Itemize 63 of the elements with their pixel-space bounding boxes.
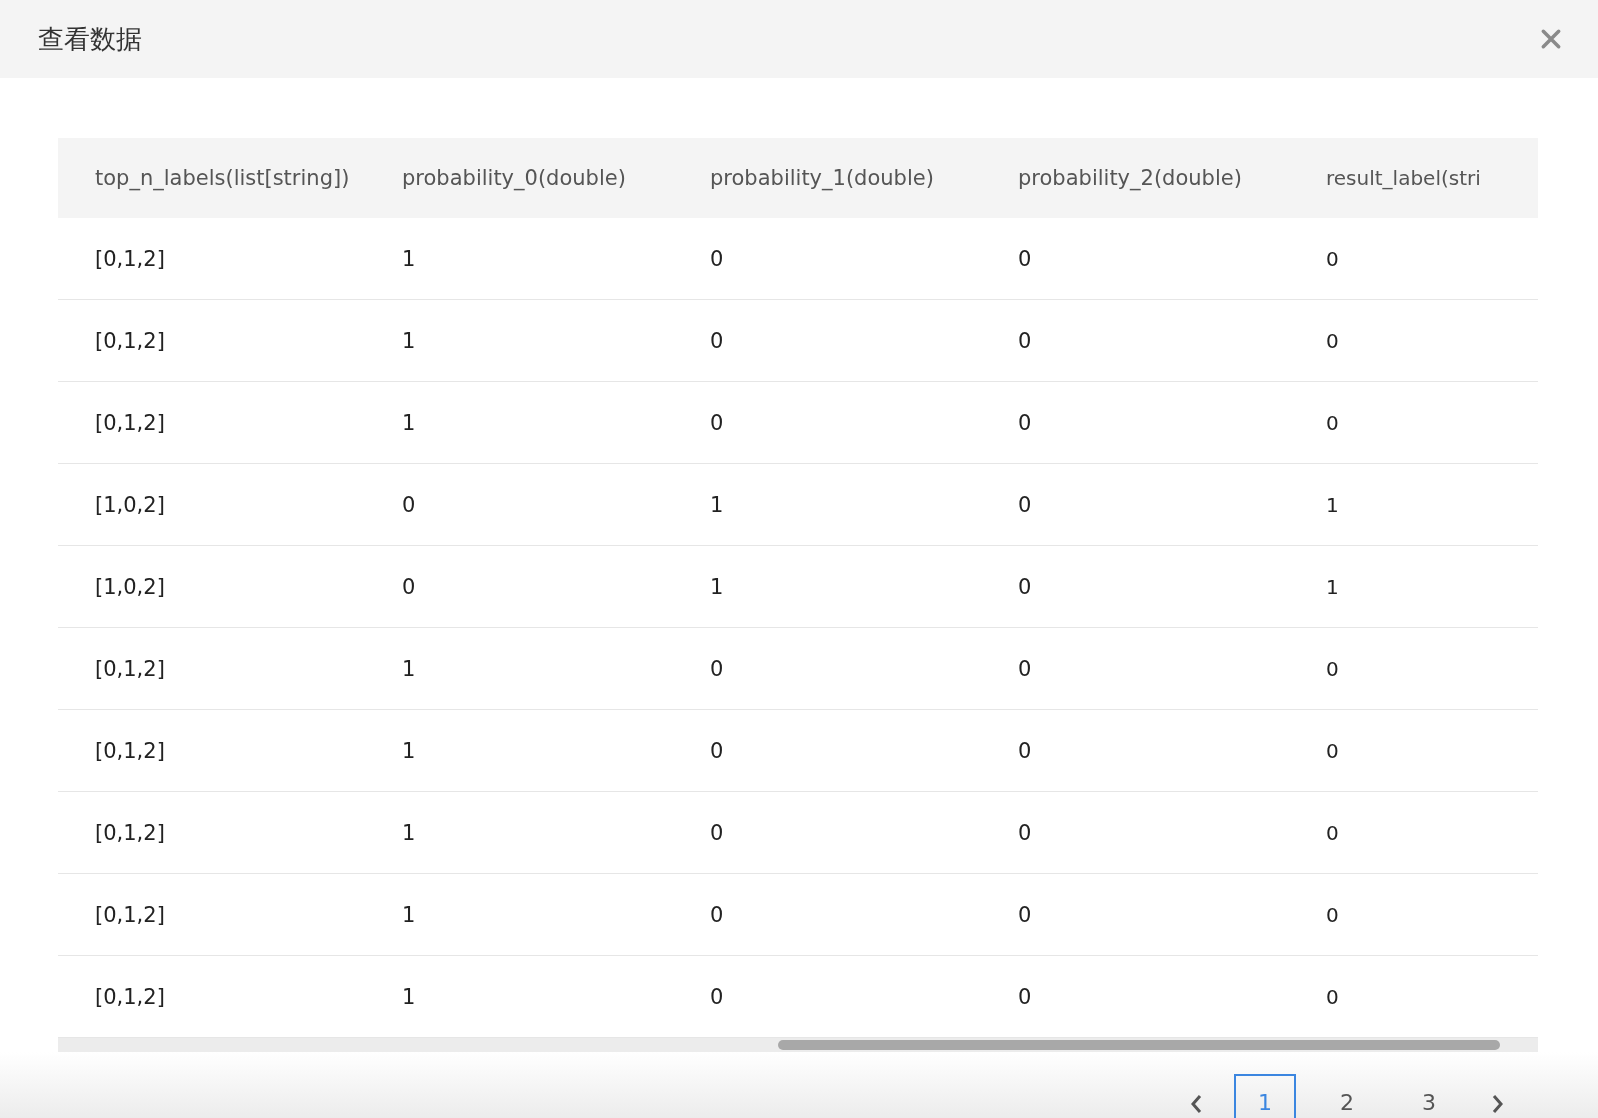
table-cell-text: 0	[710, 246, 725, 271]
table-cell-text: 0	[1326, 246, 1340, 271]
table-cell-text: 0	[1018, 656, 1033, 681]
table-cell-text: 1	[402, 328, 417, 353]
table-cell-text: 1	[1326, 574, 1340, 599]
table-cell-text: 0	[1018, 820, 1033, 845]
table-cell-text: 0	[710, 656, 725, 681]
column-header: probability_0(double)	[402, 166, 627, 190]
table-cell-text: 1	[1326, 492, 1340, 517]
table-cell-text: 0	[710, 328, 725, 353]
table-cell-text: 0	[1018, 738, 1033, 763]
table-cell-text: 0	[1018, 410, 1033, 435]
chevron-left-icon[interactable]	[1190, 1094, 1202, 1114]
table-cell-text: [0,1,2]	[94, 820, 166, 845]
table-cell-text: [0,1,2]	[94, 246, 166, 271]
table-cell-text: 1	[402, 656, 417, 681]
page-button[interactable]: 2	[1316, 1074, 1378, 1118]
dialog-title: 查看数据	[38, 22, 142, 56]
table-cell-text: 0	[1326, 656, 1340, 681]
table-cell-text: [0,1,2]	[94, 328, 166, 353]
table-cell-text: 1	[710, 492, 725, 517]
table-cell-text: 0	[1326, 984, 1340, 1009]
table-cell-text: 0	[1018, 492, 1033, 517]
scrollbar-thumb[interactable]	[778, 1040, 1500, 1050]
table-cell-text: 0	[1018, 246, 1033, 271]
table-cell-text: 0	[1326, 410, 1340, 435]
table-cell-text: 0	[402, 492, 417, 517]
table-cell-text: [0,1,2]	[94, 656, 166, 681]
table-cell-text: 0	[402, 574, 417, 599]
table-cell-text: 1	[710, 574, 725, 599]
column-header: probability_1(double)	[710, 166, 935, 190]
table-cell-text: 0	[1018, 984, 1033, 1009]
table-cell-text: [1,0,2]	[94, 492, 166, 517]
table-cell-text: 0	[710, 738, 725, 763]
page-button[interactable]: 3	[1398, 1074, 1460, 1118]
table-cell-text: 0	[710, 902, 725, 927]
table-cell-text: 0	[1326, 738, 1340, 763]
table-cell-text: 1	[402, 246, 417, 271]
table-cell-text: 1	[402, 984, 417, 1009]
column-header: result_label(stri	[1326, 166, 1482, 190]
table-cell-text: 1	[402, 902, 417, 927]
table-cell-text: [1,0,2]	[94, 574, 166, 599]
table-cell-text: 0	[710, 410, 725, 435]
table-cell-text: [0,1,2]	[94, 902, 166, 927]
table-cell-text: [0,1,2]	[94, 984, 166, 1009]
column-header: top_n_labels(list[string])	[94, 166, 351, 190]
table-cell-text: 1	[402, 820, 417, 845]
table-cell-text: 0	[1326, 902, 1340, 927]
table-cell-text: 1	[402, 410, 417, 435]
table-cell-text: 0	[710, 820, 725, 845]
table-cell-text: 0	[1018, 328, 1033, 353]
table-cell-text: 0	[1018, 902, 1033, 927]
table-cell-text: 1	[402, 738, 417, 763]
chevron-right-icon[interactable]	[1492, 1094, 1504, 1114]
table-cell-text: 0	[1018, 574, 1033, 599]
table-cell-text: 0	[1326, 820, 1340, 845]
horizontal-scrollbar[interactable]	[58, 1038, 1538, 1052]
table-cell-text: 0	[1326, 328, 1340, 353]
column-header: probability_2(double)	[1018, 166, 1243, 190]
table-cell-text: [0,1,2]	[94, 738, 166, 763]
table-cell-text: 0	[710, 984, 725, 1009]
close-icon[interactable]	[1540, 28, 1562, 50]
table-cell-text: [0,1,2]	[94, 410, 166, 435]
